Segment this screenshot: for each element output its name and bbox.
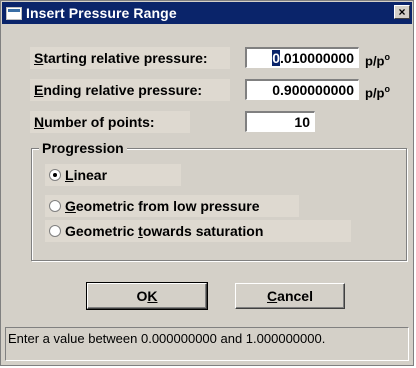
radio-geometric-low-label: eometric from low pressure xyxy=(75,198,260,214)
starting-pressure-label: Starting relative pressure: xyxy=(30,47,230,69)
starting-pressure-label-text: tarting relative pressure: xyxy=(43,50,208,66)
window-title: Insert Pressure Range xyxy=(26,5,177,21)
radio-checked-icon xyxy=(49,169,61,181)
radio-geometric-low[interactable]: Geometric from low pressure xyxy=(45,195,299,217)
radio-unchecked-icon xyxy=(49,225,61,237)
starting-pressure-value: .010000000 xyxy=(280,50,354,66)
unit-superscript: o xyxy=(384,84,391,94)
radio-linear-label: inear xyxy=(73,167,108,183)
cancel-button[interactable]: Cancel xyxy=(235,283,345,309)
ok-button-label-accel: K xyxy=(147,288,158,304)
status-text: Enter a value between 0.000000000 and 1.… xyxy=(8,331,326,346)
starting-pressure-unit: p/po xyxy=(365,47,391,69)
ending-pressure-input[interactable]: 0.900000000 xyxy=(245,79,359,100)
number-of-points-value: 10 xyxy=(294,114,310,130)
status-bar: Enter a value between 0.000000000 and 1.… xyxy=(5,327,409,361)
close-icon: × xyxy=(398,5,406,19)
number-of-points-label-text: umber of points: xyxy=(44,114,155,130)
ending-pressure-label: Ending relative pressure: xyxy=(30,79,230,101)
ok-button[interactable]: OK xyxy=(86,282,208,310)
starting-pressure-label-accel: S xyxy=(34,50,44,66)
window-icon xyxy=(6,7,22,20)
radio-geometric-saturation[interactable]: Geometric towards saturation xyxy=(45,220,351,242)
cancel-button-label-accel: C xyxy=(267,288,278,304)
starting-pressure-input[interactable]: 0.010000000 xyxy=(245,47,359,68)
unit-base: p/p xyxy=(365,85,385,101)
ending-pressure-label-accel: E xyxy=(34,82,44,98)
cancel-button-label: ancel xyxy=(277,288,313,304)
unit-base: p/p xyxy=(365,53,385,69)
radio-linear-label-accel: L xyxy=(65,167,74,183)
close-button[interactable]: × xyxy=(394,5,410,19)
radio-linear[interactable]: Linear xyxy=(45,164,181,186)
radio-geometric-low-label-accel: G xyxy=(65,198,76,214)
ending-pressure-value: 0.900000000 xyxy=(272,82,354,98)
ok-button-label-pre: O xyxy=(136,288,148,304)
title-bar[interactable]: Insert Pressure Range × xyxy=(2,2,412,24)
insert-pressure-range-dialog: Insert Pressure Range × Starting relativ… xyxy=(0,0,414,366)
radio-geometric-saturation-label-pre: Geometric xyxy=(65,223,139,239)
number-of-points-input[interactable]: 10 xyxy=(245,111,315,132)
number-of-points-label: Number of points: xyxy=(30,111,190,133)
radio-unchecked-icon xyxy=(49,200,61,212)
number-of-points-label-accel: N xyxy=(34,114,45,130)
starting-pressure-value-selected: 0 xyxy=(272,50,281,66)
progression-group-title: Progression xyxy=(39,140,127,156)
ending-pressure-label-text: nding relative pressure: xyxy=(43,82,203,98)
radio-geometric-saturation-label: owards saturation xyxy=(142,223,264,239)
ending-pressure-unit: p/po xyxy=(365,79,391,101)
unit-superscript: o xyxy=(384,52,391,62)
